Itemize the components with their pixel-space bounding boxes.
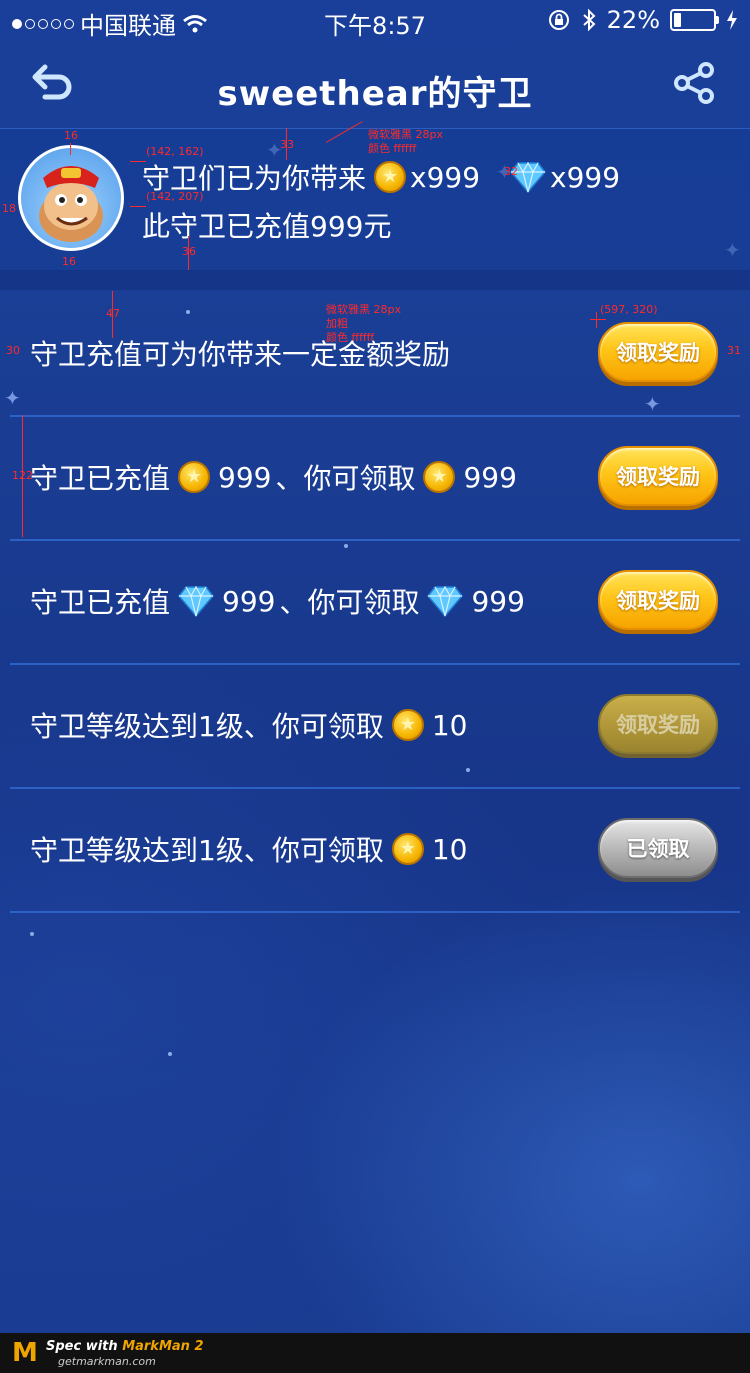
recharge-total: 此守卫已充值999元 <box>142 210 392 243</box>
share-button[interactable] <box>670 58 720 108</box>
avatar <box>18 145 124 251</box>
spec-measure: 47 <box>106 307 120 320</box>
list-item: 守卫已充值 999 、你可领取 999 领取奖励 <box>10 539 740 665</box>
claim-reward-button[interactable]: 领取奖励 <box>598 446 718 506</box>
reward-label: 、你可领取 <box>275 462 416 495</box>
spec-measure: 32 <box>504 165 518 178</box>
spec-line <box>286 128 287 160</box>
claim-reward-button-disabled[interactable]: 领取奖励 <box>598 694 718 754</box>
spec-font: 微软雅黑 28px <box>326 303 401 316</box>
spec-line <box>130 206 146 207</box>
sparkle-decoration <box>168 1052 172 1056</box>
spec-measure: 30 <box>6 344 20 357</box>
list-item: 守卫已充值 999 、你可领取 999 领取奖励 <box>10 415 740 541</box>
sparkle-decoration <box>30 932 34 936</box>
share-icon <box>674 62 714 104</box>
list-item: 守卫等级达到1级、你可领取 10 已领取 <box>10 787 740 913</box>
markman-footer: M Spec with MarkMan 2 getmarkman.com <box>0 1333 750 1373</box>
battery-percent: 22% <box>606 6 660 34</box>
spec-coordinate: (597, 320) <box>600 303 658 316</box>
charging-icon <box>727 10 737 30</box>
spec-weight: 加粗 <box>326 317 348 330</box>
coin-amount: x999 <box>410 160 481 194</box>
spec-coordinate: (142, 162) <box>146 145 204 158</box>
coin-icon <box>374 161 407 193</box>
coin-icon <box>178 461 211 493</box>
coin-icon <box>423 461 456 493</box>
status-bar: 中国联通 下午8:57 22% <box>0 0 750 40</box>
diamond-icon <box>178 585 214 617</box>
claim-reward-button[interactable]: 领取奖励 <box>598 570 718 630</box>
spec-color: 颜色 ffffff <box>326 331 375 344</box>
reward-value: 10 <box>431 708 468 742</box>
guardian-bonus-line: 守卫们已为你带来 x999 x999 <box>142 159 621 196</box>
nav-bar: sweethear的守卫 <box>0 40 750 128</box>
reward-label: 守卫充值可为你带来一定金额奖励 <box>30 338 451 371</box>
reward-label: 、你可领取 <box>279 586 420 619</box>
spec-measure: 18 <box>2 202 16 215</box>
reward-value: 999 <box>463 460 517 494</box>
reward-label: 守卫等级达到1级、你可领取 <box>30 710 384 743</box>
markman-logo-icon: M <box>12 1338 38 1368</box>
rotation-lock-icon <box>548 10 569 30</box>
spec-measure: 33 <box>280 138 294 151</box>
spec-measure: 16 <box>62 255 76 268</box>
footer-brand: Spec with MarkMan 2 <box>46 1339 204 1354</box>
coin-icon <box>391 709 424 741</box>
recharge-value: 999 <box>218 460 272 494</box>
reward-description: 守卫等级达到1级、你可领取 10 <box>30 787 467 911</box>
spec-line <box>590 319 606 320</box>
reward-label: 守卫已充值 <box>30 586 171 619</box>
spec-line <box>130 161 146 162</box>
spec-coordinate: (142, 207) <box>146 190 204 203</box>
spec-measure: 31 <box>727 344 741 357</box>
list-item: 守卫等级达到1级、你可领取 10 领取奖励 <box>10 663 740 789</box>
spec-line <box>70 143 71 155</box>
recharge-value: 999 <box>222 584 276 618</box>
spec-line <box>112 291 113 338</box>
reward-value: 10 <box>431 832 468 866</box>
reward-label: 守卫等级达到1级、你可领取 <box>30 834 384 867</box>
reward-description: 守卫已充值 999 、你可领取 999 <box>30 539 525 663</box>
footer-url: getmarkman.com <box>58 1355 156 1368</box>
spec-line <box>188 236 189 270</box>
spec-measure: 16 <box>64 129 78 142</box>
spec-line <box>596 312 597 328</box>
reward-description: 守卫已充值 999 、你可领取 999 <box>30 415 517 539</box>
diamond-icon <box>427 585 464 617</box>
reward-value: 999 <box>471 584 525 618</box>
section-divider <box>0 270 750 290</box>
battery-icon <box>670 9 719 31</box>
spec-line <box>22 415 23 537</box>
spec-measure: 36 <box>182 245 196 258</box>
reward-description: 守卫等级达到1级、你可领取 10 <box>30 663 467 787</box>
claimed-button[interactable]: 已领取 <box>598 818 718 878</box>
reward-label: 守卫已充值 <box>30 462 171 495</box>
page-title: sweethear的守卫 <box>217 74 533 114</box>
claim-reward-button[interactable]: 领取奖励 <box>598 322 718 382</box>
spec-font: 微软雅黑 28px <box>368 128 443 141</box>
coin-icon <box>391 833 424 865</box>
gem-amount: x999 <box>550 160 621 194</box>
bluetooth-icon <box>582 8 596 32</box>
spec-color: 颜色 ffffff <box>368 142 417 155</box>
